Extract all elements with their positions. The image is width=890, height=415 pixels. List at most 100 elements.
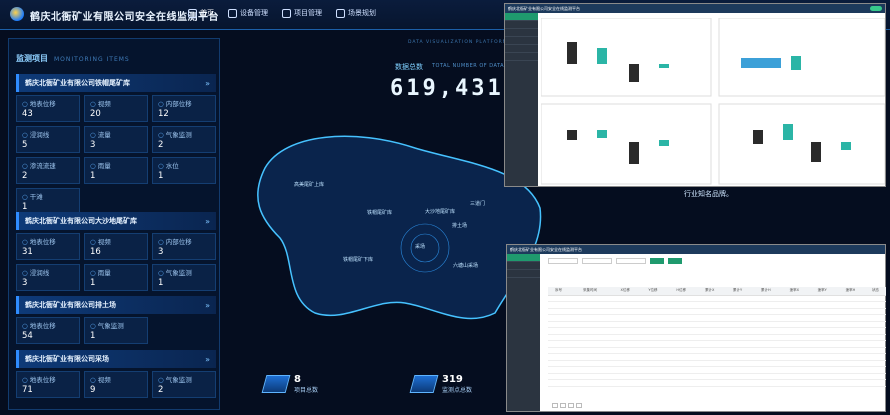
metric-cell[interactable]: 地表位移71 (16, 371, 80, 398)
metric-cell[interactable]: 内部位移3 (152, 233, 216, 260)
nav-label: 场景规划 (348, 9, 376, 17)
filter-select[interactable] (548, 258, 578, 264)
metric-value: 1 (90, 278, 96, 288)
metric-cell[interactable]: 水位1 (152, 157, 216, 184)
sidebar-item[interactable] (507, 270, 540, 278)
column-header: H位移 (666, 287, 696, 296)
toggle-switch[interactable] (870, 6, 882, 11)
table-cell (695, 379, 724, 387)
nav-device[interactable]: 设备管理 (228, 8, 268, 18)
page-button[interactable] (576, 403, 582, 408)
metric-label: 浸润线 (22, 267, 74, 277)
metric-cell[interactable]: 雨量1 (84, 157, 148, 184)
date-range-input[interactable] (616, 258, 646, 264)
metric-cell[interactable]: 视频20 (84, 95, 148, 122)
metric-value: 3 (22, 278, 28, 288)
site-card: 鹤庆北衙矿业有限公司大沙地尾矿库» 地表位移31 视频16 内部位移3 浸润线3… (16, 212, 216, 291)
table-cell (835, 379, 865, 387)
table-body (548, 295, 886, 387)
metric-value: 5 (22, 140, 28, 150)
site-header[interactable]: 鹤庆北衙矿业有限公司排土场 » (16, 296, 216, 314)
metric-cell[interactable]: 流量3 (84, 126, 148, 153)
nav-home[interactable]: 首页 (188, 8, 214, 18)
table-row (548, 379, 886, 387)
metric-value: 1 (90, 171, 96, 181)
monitor-icon (336, 8, 345, 18)
chevron-right-icon[interactable]: » (205, 301, 210, 310)
description-text: 行业知名品牌。 (684, 190, 733, 198)
sidebar-item[interactable] (505, 37, 538, 45)
metric-cell[interactable]: 视频9 (84, 371, 148, 398)
sidebar-item[interactable] (507, 254, 540, 262)
main-nav: 首页 设备管理 项目管理 场景规划 (188, 8, 376, 18)
window-titlebar: 鹤庆北衙矿业有限公司安全在线监测平台 (505, 4, 885, 13)
logo-icon (10, 7, 24, 21)
site-header[interactable]: 鹤庆北衙矿业有限公司大沙地尾矿库 » (16, 212, 216, 230)
metric-value: 2 (158, 385, 164, 395)
chevron-right-icon[interactable]: » (205, 79, 210, 88)
map-label[interactable]: 六塘山采场 (453, 262, 478, 269)
map-label[interactable]: 铁帽尾矿库 (367, 209, 392, 216)
map-label[interactable]: 排土场 (452, 222, 467, 229)
sidebar-item[interactable] (505, 53, 538, 61)
sidebar-item[interactable] (507, 262, 540, 270)
column-header: 状态 (864, 287, 886, 296)
map-label[interactable]: 大沙地尾矿库 (425, 208, 455, 215)
window-titlebar: 鹤庆北衙矿业有限公司安全在线监测平台 (507, 245, 885, 254)
map-label[interactable]: 三道门 (470, 200, 485, 207)
sidebar-item[interactable] (505, 13, 538, 21)
site-name: 鹤庆北衙矿业有限公司排土场 (25, 301, 116, 309)
page-button[interactable] (560, 403, 566, 408)
page-button[interactable] (552, 403, 558, 408)
metric-label: 视频 (90, 236, 142, 246)
metric-cell[interactable]: 渗流流速2 (16, 157, 80, 184)
map-label[interactable]: 高美尾矿上库 (294, 181, 324, 188)
sidebar (505, 13, 538, 186)
nav-project[interactable]: 项目管理 (282, 8, 322, 18)
search-button[interactable] (650, 258, 664, 264)
metric-cell[interactable]: 地表位移54 (16, 317, 80, 344)
metric-cell[interactable]: 内部位移12 (152, 95, 216, 122)
metric-label: 地表位移 (22, 374, 74, 384)
site-header[interactable]: 鹤庆北衙矿业有限公司采场 » (16, 350, 216, 368)
table-cell (666, 379, 696, 387)
metric-cell[interactable]: 地表位移31 (16, 233, 80, 260)
site-header[interactable]: 鹤庆北衙矿业有限公司铁帽尾矿库 » (16, 74, 216, 92)
metric-label: 气象监测 (158, 129, 210, 139)
map-label[interactable]: 铁帽尾矿下库 (343, 256, 373, 263)
chevron-right-icon[interactable]: » (205, 217, 210, 226)
metric-cell[interactable]: 浸润线3 (16, 264, 80, 291)
metric-label: 内部位移 (158, 98, 210, 108)
metric-label: 渗流流速 (22, 160, 74, 170)
metric-cell[interactable]: 气象监测1 (152, 264, 216, 291)
metric-cell[interactable]: 气象监测1 (84, 317, 148, 344)
map-label[interactable]: 采场 (415, 243, 425, 250)
metric-value: 1 (22, 202, 28, 212)
metric-label: 气象监测 (158, 267, 210, 277)
site-name: 鹤庆北衙矿业有限公司采场 (25, 355, 109, 363)
sidebar-item[interactable] (505, 45, 538, 53)
column-header: 累计Y (723, 287, 752, 296)
metric-cell[interactable]: 雨量1 (84, 264, 148, 291)
page-button[interactable] (568, 403, 574, 408)
metric-cell[interactable]: 浸润线5 (16, 126, 80, 153)
nav-scene[interactable]: 场景规划 (336, 8, 376, 18)
column-header: 速率H (835, 287, 865, 296)
stat-label: 监测点总数 (442, 387, 473, 394)
site-card: 鹤庆北衙矿业有限公司采场 » 地表位移71 视频9 气象监测2 (16, 350, 216, 398)
site-card: 鹤庆北衙矿业有限公司排土场 » 地表位移54 气象监测1 (16, 296, 216, 344)
metric-cell[interactable]: 地表位移43 (16, 95, 80, 122)
metric-label: 水位 (158, 160, 210, 170)
metric-cell[interactable]: 视频16 (84, 233, 148, 260)
export-button[interactable] (668, 258, 682, 264)
metric-cell[interactable]: 气象监测2 (152, 371, 216, 398)
metric-cell[interactable]: 干滩1 (16, 188, 80, 215)
filter-select[interactable] (582, 258, 612, 264)
metric-label: 雨量 (90, 160, 142, 170)
platform-subtitle: DATA VISUALIZATION PLATFORM (408, 40, 508, 45)
chevron-right-icon[interactable]: » (205, 355, 210, 364)
sidebar-item[interactable] (505, 21, 538, 29)
sidebar-item[interactable] (505, 29, 538, 37)
metric-cell[interactable]: 气象监测2 (152, 126, 216, 153)
metric-label: 地表位移 (22, 320, 74, 330)
